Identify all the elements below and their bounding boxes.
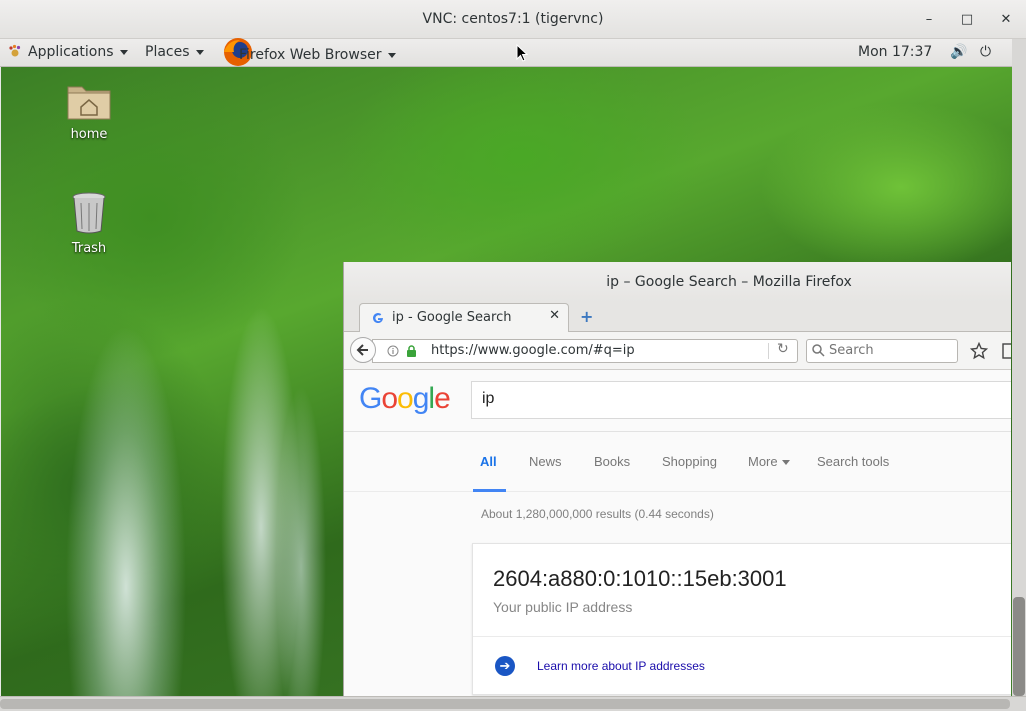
volume-icon[interactable]: 🔊 xyxy=(950,44,967,60)
bookmark-star-icon[interactable] xyxy=(970,342,988,360)
app-menu[interactable]: Firefox Web Browser xyxy=(218,37,396,67)
app-menu-label: Firefox Web Browser xyxy=(239,47,382,63)
google-result-tabs: All News Books Shopping More Search tool… xyxy=(344,432,1011,492)
google-header: Google ip xyxy=(344,370,1011,432)
close-button[interactable]: ✕ xyxy=(995,9,1017,31)
card-divider xyxy=(473,636,1011,637)
applications-menu[interactable]: Applications xyxy=(8,44,128,60)
ip-subtitle: Your public IP address xyxy=(493,599,633,615)
desktop-icon-label: Trash xyxy=(71,241,107,256)
gnome-foot-icon xyxy=(9,44,21,57)
applications-label: Applications xyxy=(28,44,114,60)
horizontal-scrollbar-thumb[interactable] xyxy=(0,699,1010,709)
learn-more-link[interactable]: Learn more about IP addresses xyxy=(537,659,705,673)
desktop-icon-trash[interactable]: Trash xyxy=(49,191,129,256)
clock[interactable]: Mon 17:37 xyxy=(858,44,932,60)
desktop-icon-home[interactable]: home xyxy=(49,79,129,142)
url-text: https://www.google.com/#q=ip xyxy=(431,343,635,358)
info-icon xyxy=(387,345,399,357)
home-folder-icon xyxy=(67,86,111,120)
tab-news[interactable]: News xyxy=(529,454,562,469)
google-search-query: ip xyxy=(482,390,495,407)
ip-answer-card: 2604:a880:0:1010::15eb:3001 Your public … xyxy=(472,543,1011,695)
tab-more-label: More xyxy=(748,454,778,469)
lock-icon xyxy=(407,345,416,357)
places-label: Places xyxy=(145,44,190,60)
chevron-down-icon xyxy=(387,52,396,58)
tab-strip: ip - Google Search ✕ + xyxy=(344,302,1011,332)
firefox-window: ip – Google Search – Mozilla Firefox ip … xyxy=(343,262,1011,696)
minimize-button[interactable]: – xyxy=(918,9,940,31)
navigation-toolbar: https://www.google.com/#q=ip ↻ xyxy=(344,332,1011,370)
url-bar[interactable]: https://www.google.com/#q=ip ↻ xyxy=(372,339,798,363)
firefox-titlebar[interactable]: ip – Google Search – Mozilla Firefox xyxy=(344,262,1011,302)
tab-search-tools[interactable]: Search tools xyxy=(817,454,889,469)
mouse-cursor-icon xyxy=(516,44,528,62)
tab-close-icon[interactable]: ✕ xyxy=(549,308,560,323)
bookmarks-menu-icon[interactable] xyxy=(1002,343,1011,359)
trash-icon xyxy=(72,192,106,234)
tab-label: ip - Google Search xyxy=(392,310,512,325)
places-menu[interactable]: Places xyxy=(145,44,204,60)
url-divider xyxy=(768,343,769,359)
back-arrow-icon xyxy=(356,344,368,356)
back-button[interactable] xyxy=(350,337,376,363)
google-logo[interactable]: Google xyxy=(359,382,451,416)
vertical-scrollbar[interactable] xyxy=(1012,39,1026,696)
tab-all[interactable]: All xyxy=(480,454,497,469)
gnome-top-bar: Applications Places Firefox Web Browser … xyxy=(0,37,1012,67)
tab-more[interactable]: More xyxy=(748,454,790,469)
vertical-scrollbar-thumb[interactable] xyxy=(1013,597,1025,696)
power-icon[interactable]: ⏻ xyxy=(980,44,991,60)
google-search-box[interactable]: ip xyxy=(471,381,1011,419)
desktop-icon-label: home xyxy=(70,127,108,142)
tab-shopping[interactable]: Shopping xyxy=(662,454,717,469)
new-tab-button[interactable]: + xyxy=(580,307,593,326)
maximize-button[interactable]: □ xyxy=(956,9,978,31)
chevron-down-icon xyxy=(119,49,128,55)
vnc-titlebar: VNC: centos7:1 (tigervnc) – □ ✕ xyxy=(0,0,1026,39)
tab-google-search[interactable]: ip - Google Search ✕ xyxy=(359,303,569,332)
search-input[interactable] xyxy=(829,342,949,359)
vnc-window-title: VNC: centos7:1 (tigervnc) xyxy=(422,11,604,27)
google-favicon-icon xyxy=(373,313,383,324)
tab-books[interactable]: Books xyxy=(594,454,630,469)
arrow-right-circle-icon[interactable]: ➔ xyxy=(495,656,515,676)
google-results: About 1,280,000,000 results (0.44 second… xyxy=(344,492,1011,696)
result-stats: About 1,280,000,000 results (0.44 second… xyxy=(481,507,714,521)
search-bar[interactable] xyxy=(806,339,958,363)
chevron-down-icon xyxy=(781,460,790,466)
firefox-window-title: ip – Google Search – Mozilla Firefox xyxy=(606,274,852,290)
reload-icon[interactable]: ↻ xyxy=(777,341,789,357)
ip-address: 2604:a880:0:1010::15eb:3001 xyxy=(493,566,787,591)
horizontal-scrollbar[interactable] xyxy=(0,696,1026,711)
chevron-down-icon xyxy=(195,49,204,55)
search-icon xyxy=(812,344,825,357)
